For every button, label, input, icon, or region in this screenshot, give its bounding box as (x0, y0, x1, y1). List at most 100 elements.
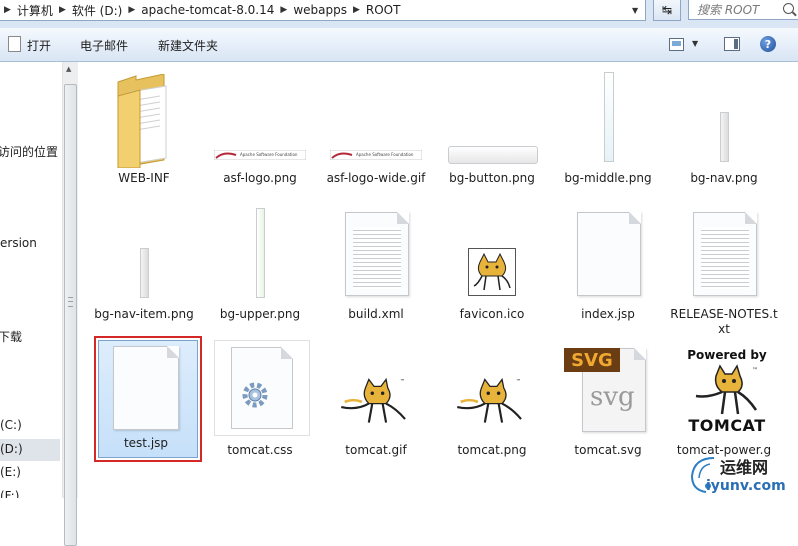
nav-item-recent-places[interactable]: 访问的位置 (0, 143, 58, 160)
search-icon[interactable] (783, 3, 794, 14)
address-bar[interactable]: ▶ 计算机 ▶ 软件 (D:) ▶ apache-tomcat-8.0.14 ▶… (0, 0, 646, 21)
thumbnail (668, 68, 780, 168)
file-name: tomcat.svg (574, 443, 642, 457)
thumbnail (204, 204, 316, 304)
thumbnail (204, 340, 316, 440)
file-item-favicon[interactable]: favicon.ico (436, 204, 548, 334)
file-item-build-xml[interactable]: build.xml (320, 204, 432, 334)
scroll-up-icon[interactable]: ▲ (66, 65, 71, 73)
file-item-bg-upper[interactable]: bg-upper.png (204, 204, 316, 334)
tomcat-power-icon: Powered by ™ TOMCAT (682, 348, 772, 436)
open-button[interactable]: 打开 (27, 37, 51, 54)
chevron-right-icon[interactable]: ▶ (349, 5, 364, 15)
file-item-release-notes[interactable]: RELEASE-NOTES.txt (668, 204, 780, 336)
nav-item-drive-e[interactable]: (E:) (0, 465, 21, 479)
trademark-mark: ™ (516, 379, 521, 385)
nav-item-downloads[interactable]: 下载 (0, 328, 22, 345)
svg-badge: SVG (564, 348, 620, 372)
file-item-web-inf[interactable]: WEB-INF (88, 68, 200, 198)
thumbnail: Apache Software Foundation (204, 68, 316, 168)
image-icon (256, 208, 265, 298)
file-item-tomcat-svg[interactable]: SVG svg tomcat.svg (552, 340, 664, 470)
image-icon (604, 72, 614, 162)
thumbnail (88, 68, 200, 168)
nav-item-drive-f[interactable]: (F:) (0, 489, 19, 498)
file-list: WEB-INF Apache Software Foundation asf-l… (78, 62, 798, 498)
thumbnail: ™ (320, 340, 432, 440)
thumbnail (552, 204, 664, 304)
folder-icon (117, 74, 167, 168)
nav-item-drive-c[interactable]: (C:) (0, 418, 22, 432)
chevron-right-icon[interactable]: ▶ (55, 5, 70, 15)
asf-caption: Apache Software Foundation (240, 152, 298, 157)
thumbnail: Apache Software Foundation (320, 68, 432, 168)
file-item-tomcat-png[interactable]: ™ tomcat.png (436, 340, 548, 470)
chevron-down-icon[interactable]: ▼ (632, 6, 638, 15)
file-name: bg-nav.png (690, 171, 758, 185)
change-view-icon[interactable] (669, 38, 684, 51)
file-name: bg-middle.png (564, 171, 652, 185)
file-item-bg-nav-item[interactable]: bg-nav-item.png (88, 204, 200, 334)
address-row: ▶ 计算机 ▶ 软件 (D:) ▶ apache-tomcat-8.0.14 ▶… (0, 0, 798, 28)
breadcrumb-root[interactable]: ROOT (364, 3, 403, 17)
tomcat-word: TOMCAT (688, 416, 766, 435)
image-icon (140, 248, 149, 298)
document-icon (693, 212, 757, 296)
tomcat-icon: ™ (332, 376, 416, 426)
file-item-index-jsp[interactable]: index.jsp (552, 204, 664, 334)
email-button[interactable]: 电子邮件 (80, 37, 128, 54)
document-lines (701, 227, 749, 289)
refresh-icon: ↹ (661, 3, 673, 17)
breadcrumb-computer[interactable]: 计算机 (15, 2, 55, 19)
thumbnail: Powered by ™ TOMCAT (668, 340, 780, 440)
watermark-text-en: iyunv.com (706, 478, 786, 494)
chevron-right-icon[interactable]: ▶ (276, 5, 291, 15)
chevron-right-icon[interactable]: ▶ (124, 5, 139, 15)
file-item-bg-middle[interactable]: bg-middle.png (552, 68, 664, 198)
file-item-tomcat-css[interactable]: tomcat.css (204, 340, 316, 470)
file-name: asf-logo-wide.gif (326, 171, 426, 185)
command-toolbar: 打开 电子邮件 新建文件夹 ▼ ? (0, 28, 798, 62)
powered-by-text: Powered by (687, 348, 767, 362)
file-item-asf-logo[interactable]: Apache Software Foundation asf-logo.png (204, 68, 316, 198)
tomcat-icon: ™ (695, 364, 758, 415)
thumbnail-frame (214, 340, 310, 436)
thumbnail: ™ (436, 340, 548, 440)
file-item-asf-logo-wide[interactable]: Apache Software Foundation asf-logo-wide… (320, 68, 432, 198)
thumbnail (436, 204, 548, 304)
trademark-mark: ™ (752, 367, 758, 374)
thumbnail (88, 204, 200, 304)
image-icon (720, 112, 729, 162)
gear-icon (242, 382, 268, 408)
scrollbar-thumb[interactable] (64, 84, 77, 546)
file-name: tomcat.css (227, 443, 293, 457)
help-icon[interactable]: ? (760, 36, 776, 52)
image-icon: Apache Software Foundation (214, 150, 306, 160)
nav-item-version[interactable]: ersion (0, 236, 37, 250)
file-item-bg-nav[interactable]: bg-nav.png (668, 68, 780, 198)
breadcrumb-webapps[interactable]: webapps (291, 3, 349, 17)
file-name: tomcat.gif (345, 443, 407, 457)
trademark-mark: ™ (400, 379, 405, 385)
search-input[interactable]: 搜索 ROOT (688, 0, 798, 20)
file-item-bg-button[interactable]: bg-button.png (436, 68, 548, 198)
breadcrumb-drive-d[interactable]: 软件 (D:) (70, 2, 124, 19)
file-item-tomcat-gif[interactable]: ™ tomcat.gif (320, 340, 432, 470)
preview-pane-icon[interactable] (724, 37, 740, 51)
tomcat-icon: ™ (448, 376, 532, 426)
breadcrumb-tomcat[interactable]: apache-tomcat-8.0.14 (139, 3, 276, 17)
file-name: bg-nav-item.png (94, 307, 194, 321)
new-folder-button[interactable]: 新建文件夹 (158, 37, 218, 54)
thumbnail (668, 204, 780, 304)
document-lines (353, 227, 401, 289)
chevron-right-icon[interactable]: ▶ (0, 5, 15, 15)
file-item-test-jsp[interactable]: test.jsp (90, 340, 202, 470)
nav-item-drive-d[interactable]: (D:) (0, 442, 23, 456)
chevron-down-icon[interactable]: ▼ (692, 39, 698, 48)
image-icon (448, 146, 538, 164)
site-watermark: 运维网 iyunv.com (686, 450, 796, 496)
file-name: RELEASE-NOTES.txt (670, 307, 778, 336)
file-name: index.jsp (581, 307, 635, 321)
refresh-button[interactable]: ↹ (653, 0, 681, 21)
nav-scrollbar[interactable]: ▲ (62, 62, 78, 546)
